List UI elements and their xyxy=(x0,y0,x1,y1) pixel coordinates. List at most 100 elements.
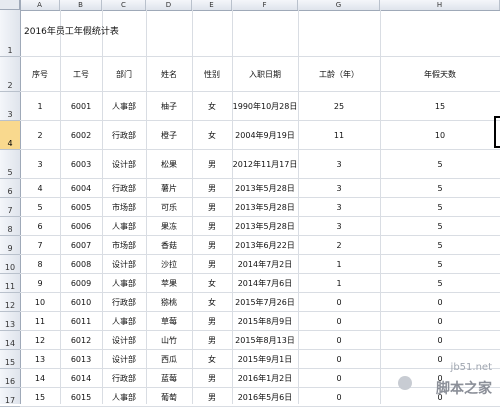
table-cell[interactable]: 25 xyxy=(298,92,380,121)
table-cell[interactable]: 葡萄 xyxy=(146,388,192,407)
row-header-15[interactable]: 15 xyxy=(0,350,20,369)
column-header-c[interactable]: C xyxy=(102,0,146,10)
table-cell[interactable]: 山竹 xyxy=(146,331,192,350)
table-cell[interactable]: 2014年7月2日 xyxy=(232,255,298,274)
table-cell[interactable]: 男 xyxy=(192,388,232,407)
row-header-7[interactable]: 7 xyxy=(0,198,20,217)
table-cell[interactable]: 可乐 xyxy=(146,198,192,217)
column-header-g[interactable]: G xyxy=(298,0,380,10)
table-cell[interactable]: 6 xyxy=(20,217,60,236)
table-cell[interactable]: 3 xyxy=(298,179,380,198)
table-cell[interactable]: 男 xyxy=(192,236,232,255)
table-cell[interactable]: 2013年6月22日 xyxy=(232,236,298,255)
row-header-8[interactable]: 8 xyxy=(0,217,20,236)
table-cell[interactable]: 12 xyxy=(20,331,60,350)
table-cell[interactable]: 蓝莓 xyxy=(146,369,192,388)
table-cell[interactable]: 8 xyxy=(20,255,60,274)
table-cell[interactable]: 2 xyxy=(20,121,60,150)
table-cell[interactable]: 9 xyxy=(20,274,60,293)
table-cell[interactable]: 11 xyxy=(20,312,60,331)
table-cell[interactable]: 6004 xyxy=(60,179,102,198)
table-cell[interactable]: 男 xyxy=(192,255,232,274)
table-cell[interactable]: 10 xyxy=(380,121,500,150)
table-cell[interactable]: 市场部 xyxy=(102,198,146,217)
table-cell[interactable]: 男 xyxy=(192,217,232,236)
table-cell[interactable]: 行政部 xyxy=(102,369,146,388)
row-header-1[interactable]: 1 xyxy=(0,10,20,57)
column-header-h[interactable]: H xyxy=(380,0,500,10)
table-cell[interactable]: 2012年11月17日 xyxy=(232,150,298,179)
table-cell[interactable]: 15 xyxy=(20,388,60,407)
header-cell[interactable]: 入职日期 xyxy=(232,57,298,92)
table-cell[interactable]: 人事部 xyxy=(102,388,146,407)
table-cell[interactable]: 2013年5月28日 xyxy=(232,179,298,198)
table-cell[interactable]: 市场部 xyxy=(102,236,146,255)
table-cell[interactable]: 猕桃 xyxy=(146,293,192,312)
column-header-d[interactable]: D xyxy=(146,0,192,10)
table-cell[interactable]: 6002 xyxy=(60,121,102,150)
table-cell[interactable]: 男 xyxy=(192,312,232,331)
table-cell[interactable]: 2015年8月13日 xyxy=(232,331,298,350)
table-cell[interactable]: 2015年9月1日 xyxy=(232,350,298,369)
table-cell[interactable]: 橙子 xyxy=(146,121,192,150)
table-cell[interactable]: 女 xyxy=(192,92,232,121)
table-cell[interactable]: 男 xyxy=(192,179,232,198)
table-cell[interactable]: 女 xyxy=(192,121,232,150)
table-cell[interactable]: 行政部 xyxy=(102,179,146,198)
table-cell[interactable]: 14 xyxy=(20,369,60,388)
row-header-17[interactable]: 17 xyxy=(0,388,20,407)
table-cell[interactable]: 薯片 xyxy=(146,179,192,198)
row-header-13[interactable]: 13 xyxy=(0,312,20,331)
table-cell[interactable]: 2014年7月6日 xyxy=(232,274,298,293)
active-cell-cursor[interactable] xyxy=(494,116,500,148)
table-cell[interactable]: 6008 xyxy=(60,255,102,274)
table-cell[interactable]: 0 xyxy=(380,331,500,350)
table-cell[interactable]: 10 xyxy=(20,293,60,312)
table-cell[interactable]: 女 xyxy=(192,274,232,293)
table-cell[interactable]: 0 xyxy=(298,369,380,388)
column-header-e[interactable]: E xyxy=(192,0,232,10)
row-header-12[interactable]: 12 xyxy=(0,293,20,312)
table-cell[interactable]: 5 xyxy=(20,198,60,217)
table-cell[interactable]: 6005 xyxy=(60,198,102,217)
table-cell[interactable]: 5 xyxy=(380,236,500,255)
table-cell[interactable]: 4 xyxy=(20,179,60,198)
table-cell[interactable]: 行政部 xyxy=(102,293,146,312)
table-cell[interactable]: 1990年10月28日 xyxy=(232,92,298,121)
row-header-10[interactable]: 10 xyxy=(0,255,20,274)
table-cell[interactable]: 6007 xyxy=(60,236,102,255)
table-cell[interactable]: 6003 xyxy=(60,150,102,179)
table-cell[interactable]: 0 xyxy=(380,293,500,312)
select-all-corner[interactable] xyxy=(0,0,20,10)
table-cell[interactable]: 5 xyxy=(380,198,500,217)
table-cell[interactable]: 5 xyxy=(380,255,500,274)
table-cell[interactable]: 女 xyxy=(192,350,232,369)
table-cell[interactable]: 西瓜 xyxy=(146,350,192,369)
header-cell[interactable]: 部门 xyxy=(102,57,146,92)
sheet-title-cell[interactable]: 2016年员工年假统计表 xyxy=(24,20,224,40)
table-cell[interactable]: 2013年5月28日 xyxy=(232,217,298,236)
row-header-6[interactable]: 6 xyxy=(0,179,20,198)
row-header-11[interactable]: 11 xyxy=(0,274,20,293)
table-cell[interactable]: 香菇 xyxy=(146,236,192,255)
row-header-5[interactable]: 5 xyxy=(0,150,20,179)
table-cell[interactable]: 6014 xyxy=(60,369,102,388)
table-cell[interactable]: 松果 xyxy=(146,150,192,179)
table-cell[interactable]: 行政部 xyxy=(102,121,146,150)
table-cell[interactable]: 设计部 xyxy=(102,255,146,274)
table-cell[interactable]: 6011 xyxy=(60,312,102,331)
row-header-9[interactable]: 9 xyxy=(0,236,20,255)
table-cell[interactable]: 人事部 xyxy=(102,217,146,236)
table-cell[interactable]: 2015年8月9日 xyxy=(232,312,298,331)
table-cell[interactable]: 3 xyxy=(298,198,380,217)
header-cell[interactable]: 姓名 xyxy=(146,57,192,92)
table-cell[interactable]: 6010 xyxy=(60,293,102,312)
table-cell[interactable]: 人事部 xyxy=(102,312,146,331)
table-cell[interactable]: 2 xyxy=(298,236,380,255)
row-header-16[interactable]: 16 xyxy=(0,369,20,388)
table-cell[interactable]: 果冻 xyxy=(146,217,192,236)
table-cell[interactable]: 设计部 xyxy=(102,150,146,179)
row-header-2[interactable]: 2 xyxy=(0,57,20,92)
table-cell[interactable]: 0 xyxy=(298,331,380,350)
table-cell[interactable]: 13 xyxy=(20,350,60,369)
